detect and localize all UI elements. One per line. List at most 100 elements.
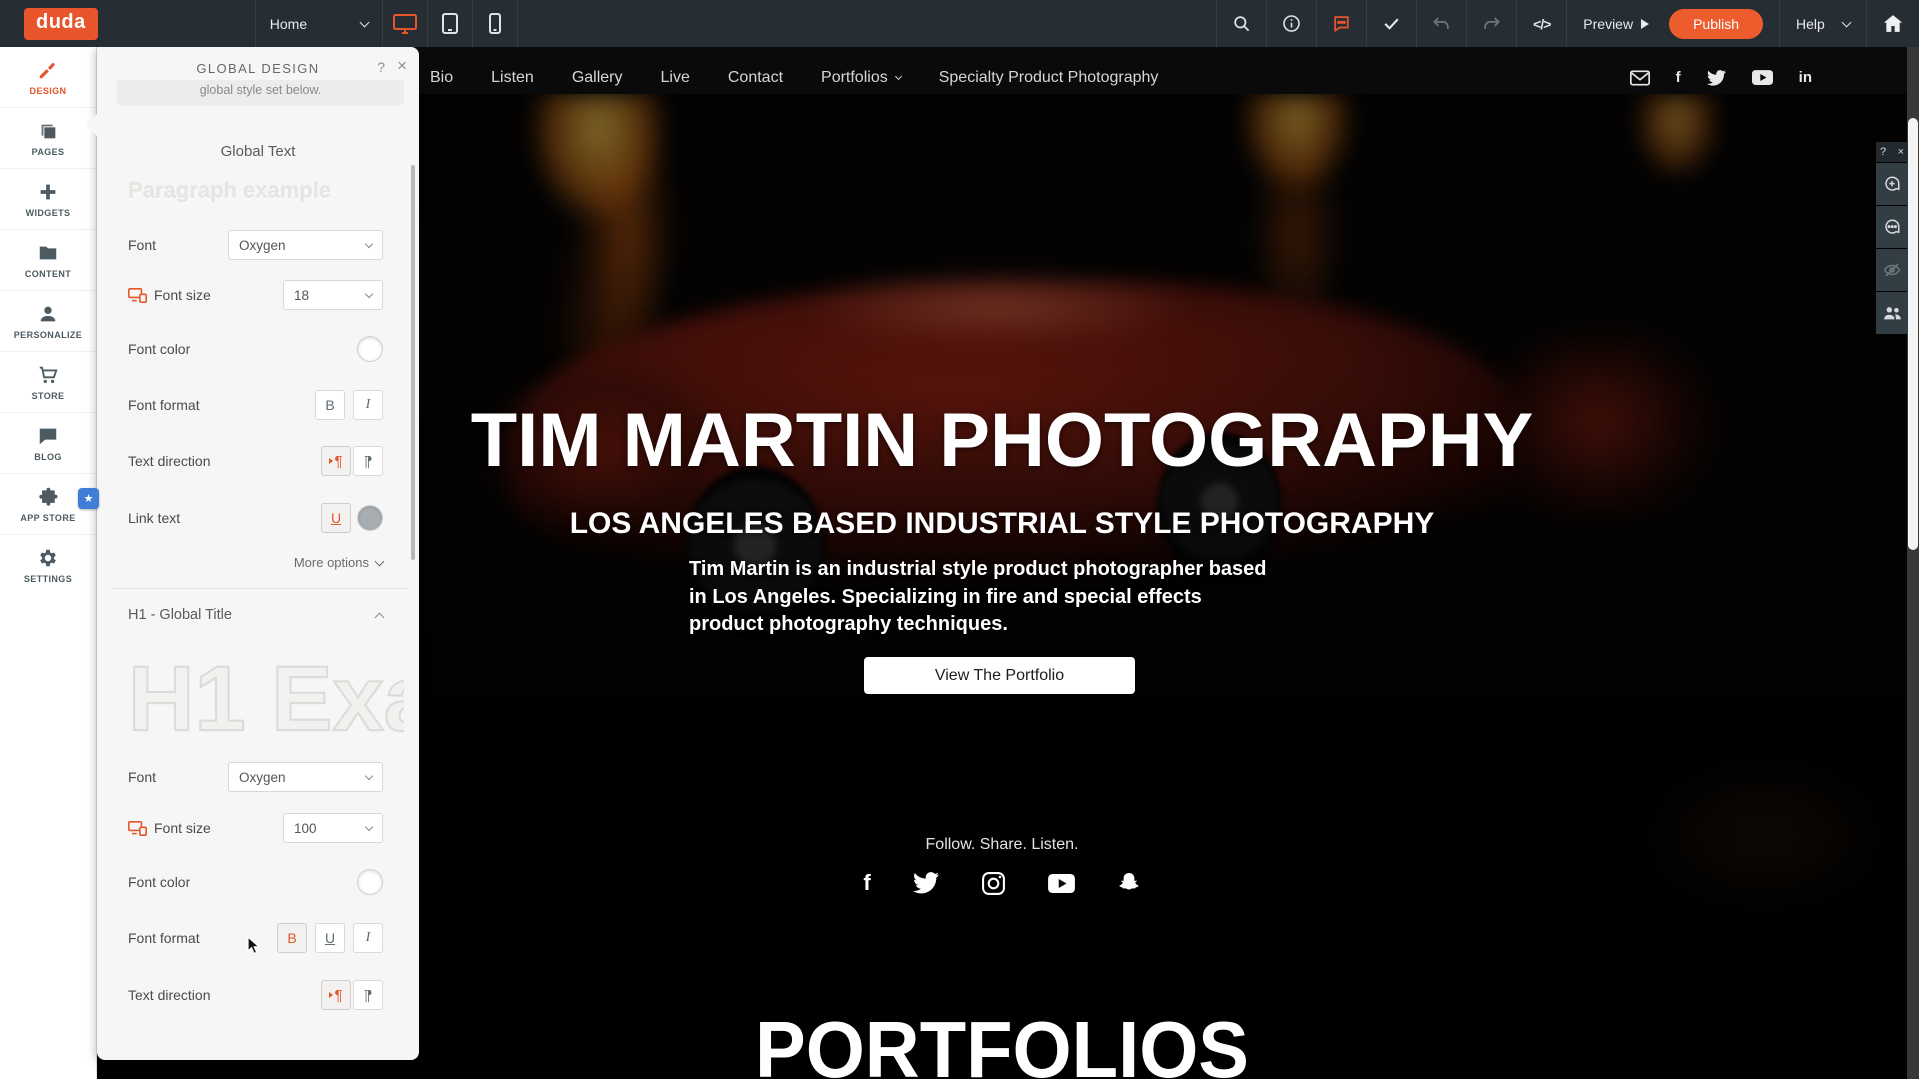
nav-item-portfolios[interactable]: Portfolios [821,69,901,87]
eye-off-icon [1883,261,1901,279]
nav-item-listen[interactable]: Listen [491,69,534,87]
chevron-down-icon [359,17,369,27]
font-color-label: Font color [128,341,190,357]
panel-title: GLOBAL DESIGN [97,49,419,76]
sidebar-item-store[interactable]: STORE [0,352,96,413]
chevron-down-icon [375,556,385,566]
undo-button[interactable] [1417,0,1466,47]
nav-item-gallery[interactable]: Gallery [572,69,623,87]
dashboard-home-button[interactable] [1867,0,1919,47]
gear-icon [37,547,59,569]
nav-item-contact[interactable]: Contact [728,69,783,87]
twitter-icon[interactable] [913,872,939,894]
desktop-view-button[interactable] [383,0,427,47]
facebook-icon[interactable]: f [1676,69,1681,86]
chevron-down-icon [365,771,373,779]
redo-icon [1482,15,1501,32]
search-button[interactable] [1217,0,1266,47]
sidebar-item-pages[interactable]: PAGES [0,108,96,169]
font-size-label: Font size [128,820,211,836]
font-size-label: Font size [128,287,211,303]
close-icon[interactable]: × [397,56,407,76]
more-options-link[interactable]: More options [294,555,383,570]
h1-example-preview: H1 Example [128,647,404,752]
editor-overlay-toolbar: ? × [1876,142,1908,334]
sidebar-item-content[interactable]: CONTENT [0,230,96,291]
preview-button[interactable]: Preview [1567,0,1665,47]
font-select[interactable]: Oxygen [228,230,383,260]
publish-button[interactable]: Publish [1669,9,1763,39]
site-scrollbar[interactable] [1907,47,1919,1079]
dev-mode-button[interactable]: </> [1517,0,1566,47]
save-indicator-button[interactable] [1367,0,1416,47]
panel-scrollbar[interactable] [411,165,415,560]
h1-font-color-swatch[interactable] [357,869,383,895]
h1-direction-ltr-button[interactable]: ¶ [321,980,351,1010]
bold-button[interactable]: B [315,390,345,420]
h1-italic-button[interactable]: I [353,923,383,953]
puzzle-icon [37,486,59,508]
italic-button[interactable]: I [353,390,383,420]
nav-item-bio[interactable]: Bio [430,69,453,87]
sidebar-item-settings[interactable]: SETTINGS [0,535,96,596]
collaborators-button[interactable] [1876,292,1908,334]
sidebar-item-blog[interactable]: BLOG [0,413,96,474]
nav-item-specialty[interactable]: Specialty Product Photography [939,69,1159,87]
nav-item-live[interactable]: Live [661,69,690,87]
app-store-badge: ★ [78,488,99,509]
sidebar-item-personalize[interactable]: PERSONALIZE [0,291,96,352]
code-icon: </> [1533,16,1550,32]
comment-plus-icon [1883,175,1901,193]
close-icon[interactable]: × [1898,146,1904,158]
snapchat-icon[interactable] [1117,871,1141,896]
help-icon[interactable]: ? [377,59,385,76]
undo-icon [1432,15,1451,32]
chevron-down-icon [1842,17,1852,27]
scrolled-info-box: global style set below. [117,80,404,106]
page-selector-dropdown[interactable]: Home [256,0,382,47]
h1-section-header[interactable]: H1 - Global Title [128,607,383,623]
h1-font-select[interactable]: Oxygen [228,762,383,792]
h1-underline-button[interactable]: U [315,923,345,953]
direction-rtl-button[interactable]: ¶ [353,446,383,476]
comments-button[interactable] [1876,206,1908,248]
tablet-view-button[interactable] [428,0,472,47]
direction-ltr-button[interactable]: ¶ [321,446,351,476]
link-underline-button[interactable]: U [321,503,351,533]
link-color-swatch[interactable] [357,505,383,531]
help-dropdown[interactable]: Help [1780,0,1866,47]
mobile-view-button[interactable] [473,0,517,47]
duda-logo[interactable]: duda [24,8,98,40]
redo-button[interactable] [1467,0,1516,47]
h1-direction-rtl-button[interactable]: ¶ [353,980,383,1010]
hero-paragraph[interactable]: Tim Martin is an industrial style produc… [689,556,1279,639]
info-icon [1282,14,1301,33]
sidebar-item-widgets[interactable]: WIDGETS [0,169,96,230]
font-color-swatch[interactable] [357,336,383,362]
email-icon[interactable] [1630,70,1650,86]
chevron-down-icon [365,289,373,297]
divider [111,588,409,589]
mobile-icon [489,13,501,34]
youtube-icon[interactable] [1752,70,1773,85]
help-icon[interactable]: ? [1880,146,1886,158]
panel-header: GLOBAL DESIGN [97,47,419,77]
scrollbar-thumb[interactable] [1908,118,1918,550]
youtube-icon[interactable] [1048,874,1075,893]
view-portfolio-button[interactable]: View The Portfolio [864,657,1135,694]
hide-elements-button[interactable] [1876,249,1908,291]
linkedin-icon[interactable]: in [1799,69,1812,86]
global-text-heading: Global Text [97,143,419,160]
twitter-icon[interactable] [1707,70,1726,86]
add-comment-button[interactable] [1876,163,1908,205]
sidebar-item-design[interactable]: DESIGN [0,47,96,108]
facebook-icon[interactable]: f [863,870,870,896]
h1-font-size-select[interactable]: 100 [283,813,383,843]
font-size-select[interactable]: 18 [283,280,383,310]
h1-bold-button[interactable]: B [277,923,307,953]
instagram-icon[interactable] [981,871,1006,896]
font-label: Font [128,237,156,253]
feedback-button[interactable] [1317,0,1366,47]
font-label: Font [128,769,156,785]
info-button[interactable] [1267,0,1316,47]
